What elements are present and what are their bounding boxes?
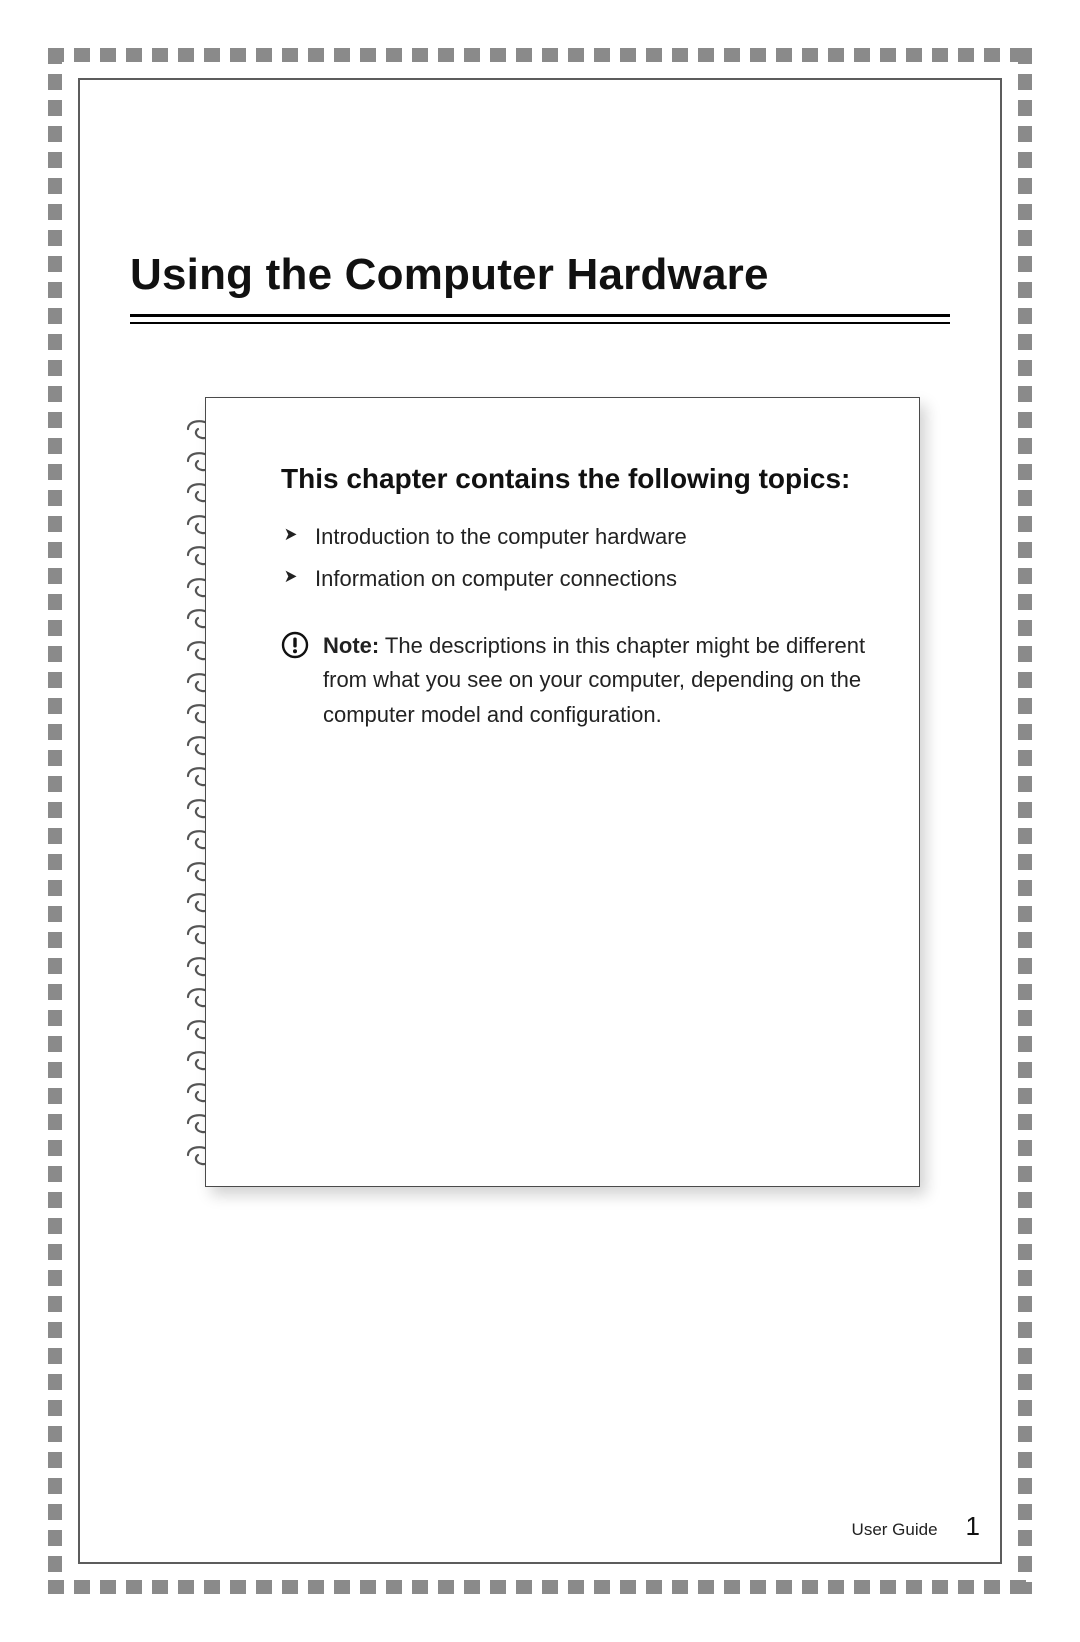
notebook: This chapter contains the following topi… (180, 397, 920, 1187)
topics-item: Introduction to the computer hardware (281, 516, 874, 558)
note-block: Note: The descriptions in this chapter m… (281, 629, 874, 731)
page-footer: User Guide 1 (852, 1511, 980, 1542)
chapter-title: Using the Computer Hardware (130, 250, 950, 300)
notebook-paper: This chapter contains the following topi… (205, 397, 920, 1187)
page-number: 1 (966, 1511, 980, 1542)
note-body: The descriptions in this chapter might b… (323, 633, 865, 726)
note-label: Note: (323, 633, 379, 658)
topics-item: Information on computer connections (281, 558, 874, 600)
topics-heading: This chapter contains the following topi… (281, 460, 874, 498)
footer-label: User Guide (852, 1520, 938, 1540)
alert-icon (281, 631, 309, 659)
content-area: Using the Computer Hardware (100, 100, 980, 1542)
topics-list: Introduction to the computer hardwareInf… (281, 516, 874, 600)
title-underline (130, 314, 950, 327)
note-text: Note: The descriptions in this chapter m… (323, 629, 874, 731)
page: Using the Computer Hardware (0, 0, 1080, 1642)
